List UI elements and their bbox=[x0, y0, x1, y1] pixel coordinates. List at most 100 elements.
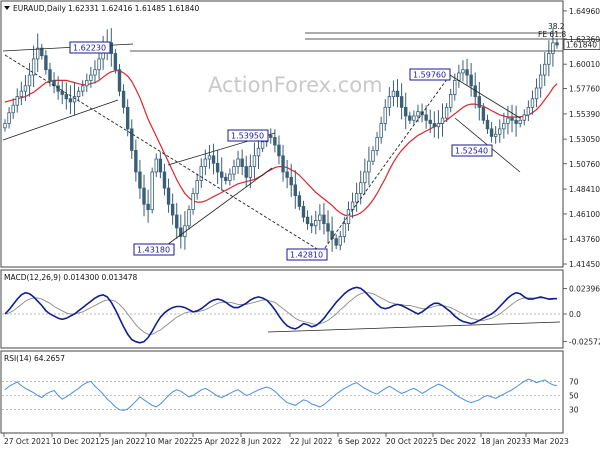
candle-body bbox=[493, 133, 498, 137]
rsi-y-label: 50 bbox=[569, 392, 579, 401]
candle-body bbox=[489, 128, 494, 137]
candle-body bbox=[260, 141, 265, 149]
candle-body bbox=[522, 114, 526, 121]
candle-body bbox=[399, 96, 404, 108]
candle-body bbox=[506, 117, 510, 124]
macd-y-label: 0.0 bbox=[569, 310, 581, 319]
y-tick-label: 1.60010 bbox=[569, 60, 600, 69]
y-tick-label: 1.43760 bbox=[569, 235, 600, 244]
candle-body bbox=[187, 209, 191, 227]
candle-body bbox=[154, 158, 158, 173]
candle-body bbox=[485, 119, 490, 130]
candle-body bbox=[236, 158, 240, 167]
candle-body bbox=[117, 69, 122, 92]
x-tick-label: 18 Jan 2023 bbox=[481, 437, 526, 446]
candle-body bbox=[11, 104, 15, 114]
candle-body bbox=[7, 112, 11, 124]
y-tick-label: 1.64960 bbox=[569, 7, 600, 16]
candle-body bbox=[404, 106, 408, 117]
candle-body bbox=[15, 96, 19, 106]
candle-body bbox=[134, 150, 138, 173]
candle-body bbox=[510, 117, 514, 121]
candle-body bbox=[146, 203, 150, 211]
fe-61-8-label: FE 61.8 bbox=[538, 30, 566, 39]
candle-body bbox=[547, 53, 551, 65]
macd-title: MACD(12,26,9) 0.014300 0.013478 bbox=[4, 273, 138, 282]
x-tick-label: 27 Oct 2021 bbox=[4, 437, 51, 446]
candle-body bbox=[130, 128, 134, 151]
candle-body bbox=[371, 150, 375, 162]
label-1.59760: 1.59760 bbox=[413, 71, 446, 80]
candle-body bbox=[269, 134, 273, 138]
candle-body bbox=[240, 158, 244, 167]
candle-body bbox=[224, 176, 228, 181]
rsi-panel-frame bbox=[0, 350, 564, 434]
x-tick-label: 25 Jan 2022 bbox=[100, 437, 145, 446]
macd-y-label: 0.023963 bbox=[569, 284, 600, 293]
x-tick-label: 10 Dec 2021 bbox=[52, 437, 100, 446]
candle-body bbox=[555, 42, 559, 46]
x-tick-label: 25 Apr 2022 bbox=[193, 437, 240, 446]
candle-body bbox=[543, 63, 547, 76]
symbol-title: EURAUD,Daily bbox=[13, 4, 66, 13]
candle-body bbox=[530, 98, 535, 108]
candle-body bbox=[244, 166, 248, 178]
candle-body bbox=[68, 98, 73, 103]
rsi-y-label: 70 bbox=[569, 377, 579, 386]
candle-body bbox=[342, 223, 347, 237]
candle-body bbox=[469, 74, 473, 87]
candle-body bbox=[297, 195, 302, 207]
candle-body bbox=[273, 137, 277, 146]
candle-body bbox=[444, 106, 449, 119]
candle-body bbox=[36, 47, 40, 60]
candle-body bbox=[391, 90, 396, 97]
candle-body bbox=[309, 223, 314, 227]
candle-body bbox=[175, 214, 179, 229]
candle-body bbox=[498, 128, 502, 135]
candle-body bbox=[387, 96, 392, 108]
candle-body bbox=[252, 155, 257, 167]
label-1.52540: 1.52540 bbox=[455, 147, 488, 156]
candle-body bbox=[281, 155, 285, 173]
candle-body bbox=[428, 119, 432, 124]
candle-body bbox=[158, 158, 163, 173]
x-tick-label: 5 Dec 2022 bbox=[433, 437, 476, 446]
y-tick-label: 1.57760 bbox=[569, 84, 600, 93]
x-tick-label: 20 Oct 2022 bbox=[386, 437, 433, 446]
candle-body bbox=[195, 180, 199, 194]
candle-body bbox=[44, 55, 48, 71]
candle-body bbox=[228, 173, 232, 181]
x-tick-label: 22 Jul 2022 bbox=[290, 437, 333, 446]
candle-body bbox=[346, 209, 351, 225]
candle-body bbox=[3, 123, 7, 129]
candle-body bbox=[150, 171, 154, 211]
candle-body bbox=[363, 171, 367, 184]
candle-body bbox=[215, 162, 220, 173]
candle-body bbox=[465, 69, 469, 76]
candle-body bbox=[80, 85, 85, 92]
candle-body bbox=[518, 119, 522, 124]
rsi-title: RSI(14) 64.2657 bbox=[4, 354, 65, 363]
candle-body bbox=[232, 166, 236, 175]
candle-body bbox=[121, 90, 126, 108]
y-tick-label: 1.53050 bbox=[569, 135, 600, 144]
candle-body bbox=[322, 214, 326, 225]
watermark: ActionForex.com bbox=[208, 73, 383, 97]
candle-body bbox=[19, 90, 24, 97]
candle-body bbox=[350, 201, 355, 211]
candle-body bbox=[367, 160, 371, 173]
candle-body bbox=[277, 144, 281, 157]
candle-body bbox=[142, 187, 146, 205]
candle-body bbox=[457, 72, 461, 81]
candle-body bbox=[289, 176, 293, 186]
y-tick-label: 1.41450 bbox=[569, 260, 600, 269]
ohlc-values: 1.62331 1.62416 1.61485 1.61840 bbox=[68, 4, 199, 13]
y-tick-label: 1.55390 bbox=[569, 110, 600, 119]
candle-body bbox=[162, 171, 167, 189]
candle-body bbox=[125, 106, 130, 130]
candle-body bbox=[408, 115, 412, 121]
candle-body bbox=[191, 193, 195, 211]
candle-body bbox=[207, 155, 212, 160]
y-tick-label: 1.50760 bbox=[569, 160, 600, 169]
candle-body bbox=[424, 114, 428, 121]
